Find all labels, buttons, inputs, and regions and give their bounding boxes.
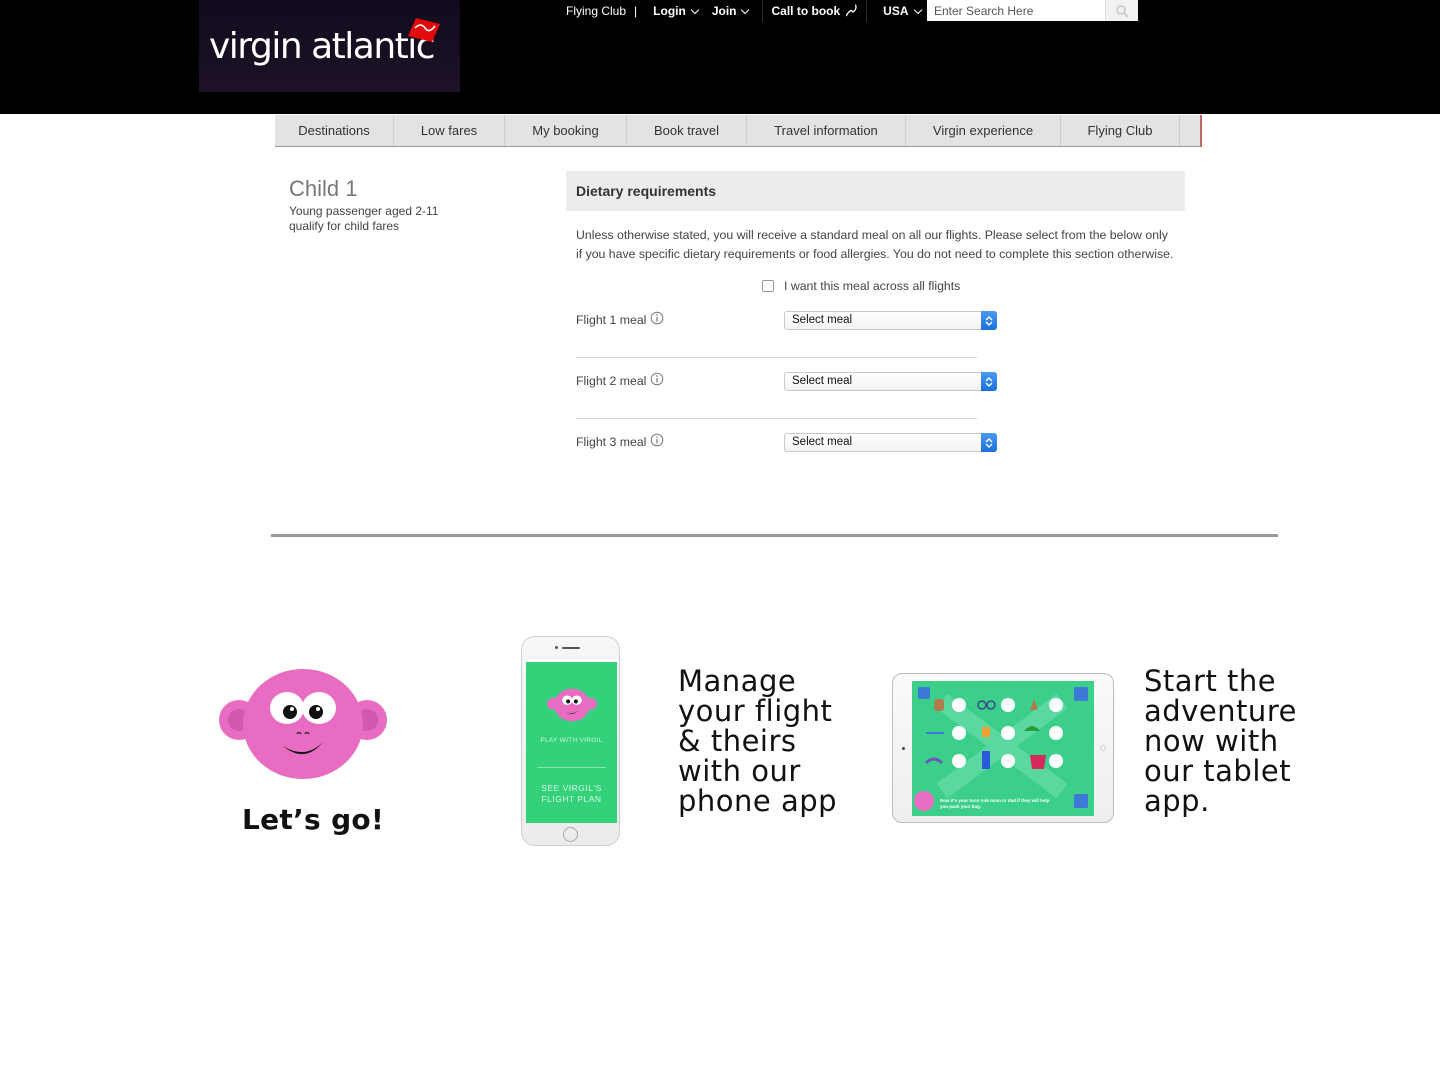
phone-camera (555, 646, 558, 649)
chevron-down-icon (741, 5, 750, 14)
info-icon[interactable] (650, 311, 664, 325)
flight-1-meal-label-group: Flight 1 meal (576, 311, 664, 327)
flight-2-meal-select[interactable]: Select meal (784, 372, 997, 391)
login-menu[interactable]: Login (645, 0, 712, 22)
call-to-book[interactable]: Call to book (763, 0, 868, 22)
all-flights-option[interactable]: I want this meal across all flights (762, 279, 960, 293)
site-header: virgin atlantic Flying Club | Login Join… (0, 0, 1440, 114)
row-divider (576, 357, 977, 358)
nav-item-book-travel[interactable]: Book travel (627, 115, 747, 146)
select-stepper-icon (981, 372, 997, 391)
flight-3-meal-label: Flight 3 meal (576, 435, 647, 449)
nav-item-virgin-experience[interactable]: Virgin experience (906, 115, 1061, 146)
phone-screen: PLAY WITH VIRGIL SEE VIRGIL'S FLIGHT PLA… (526, 657, 617, 823)
tablet-home-button (1100, 745, 1106, 751)
tablet-caption: Now it's your turn! Ask mom or dad if th… (940, 798, 1050, 809)
lets-go-heading: Let’s go! (242, 803, 385, 836)
main-navigation: Destinations Low fares My booking Book t… (275, 115, 1202, 147)
info-icon[interactable] (650, 372, 664, 386)
select-stepper-icon (981, 433, 997, 452)
country-selector[interactable]: USA (867, 0, 934, 22)
virgil-monkey-icon (547, 688, 597, 722)
virgil-monkey-icon (219, 669, 387, 779)
flight-3-meal-select[interactable]: Select meal (784, 433, 997, 452)
call-to-book-label[interactable]: Call to book (771, 4, 840, 18)
virgin-logo-badge-icon (408, 18, 440, 42)
play-with-virgil-label: PLAY WITH VIRGIL (540, 737, 603, 744)
top-utility-bar: Flying Club | Login Join Call to book US… (558, 0, 935, 22)
flight-2-meal-label: Flight 2 meal (576, 374, 647, 388)
tablet-game-grid (914, 687, 1088, 811)
flying-club-link[interactable]: Flying Club (566, 4, 626, 18)
row-divider (576, 418, 977, 419)
join-menu[interactable]: Join (712, 0, 764, 22)
logo-wordmark[interactable]: virgin atlantic (209, 26, 436, 67)
chevron-down-icon (690, 5, 700, 14)
all-flights-label[interactable]: I want this meal across all flights (784, 279, 960, 293)
flight-1-meal-label: Flight 1 meal (576, 313, 647, 327)
nav-item-destinations[interactable]: Destinations (275, 115, 394, 146)
nav-edge-accent (1200, 115, 1202, 147)
dietary-heading: Dietary requirements (566, 171, 1185, 211)
info-icon[interactable] (650, 433, 664, 447)
flight-3-meal-row: Flight 3 meal Select meal (576, 433, 997, 453)
flight-1-meal-row: Flight 1 meal Select meal (576, 311, 997, 331)
phone-home-button (563, 827, 578, 842)
flight-3-meal-label-group: Flight 3 meal (576, 433, 664, 449)
page: virgin atlantic Flying Club | Login Join… (0, 0, 1440, 1066)
all-flights-checkbox[interactable] (762, 280, 774, 292)
nav-item-flying-club[interactable]: Flying Club (1061, 115, 1180, 146)
nav-item-my-booking[interactable]: My booking (505, 115, 627, 146)
phone-app-text: Manage your flight & theirs with our pho… (678, 664, 838, 818)
phone-status-bar (526, 657, 617, 662)
flight-1-meal-value: Select meal (792, 314, 853, 326)
country-label[interactable]: USA (883, 4, 908, 18)
phone-screen-divider (537, 767, 606, 768)
tablet-camera (902, 747, 905, 750)
login-link[interactable]: Login (653, 4, 686, 18)
search-button[interactable] (1105, 0, 1138, 21)
passenger-title: Child 1 (289, 176, 358, 201)
passenger-description: Young passenger aged 2-11 qualify for ch… (289, 204, 439, 233)
phone-app-mockup[interactable]: PLAY WITH VIRGIL SEE VIRGIL'S FLIGHT PLA… (521, 636, 620, 846)
flight-2-meal-row: Flight 2 meal Select meal (576, 372, 997, 392)
select-stepper-icon (981, 311, 997, 330)
phone-speaker (562, 647, 580, 649)
chevron-down-icon (913, 5, 922, 14)
phone-icon (846, 4, 857, 17)
flight-3-meal-value: Select meal (792, 436, 853, 448)
section-divider (271, 534, 1278, 537)
nav-item-travel-information[interactable]: Travel information (747, 115, 906, 146)
flying-club-group: Flying Club | (558, 0, 645, 22)
tablet-screen: Now it's your turn! Ask mom or dad if th… (912, 681, 1094, 816)
search-icon (1116, 4, 1129, 18)
tablet-app-text: Start the adventure now with our tablet … (1144, 664, 1297, 818)
nav-item-low-fares[interactable]: Low fares (394, 115, 505, 146)
search-input[interactable] (927, 0, 1105, 21)
flight-plan-label: SEE VIRGIL'S FLIGHT PLAN (541, 783, 602, 804)
dietary-intro: Unless otherwise stated, you will receiv… (576, 228, 1174, 261)
tablet-app-mockup[interactable]: Now it's your turn! Ask mom or dad if th… (892, 673, 1114, 823)
flight-1-meal-select[interactable]: Select meal (784, 311, 997, 330)
flight-2-meal-value: Select meal (792, 375, 853, 387)
join-link[interactable]: Join (712, 4, 737, 18)
topbar-separator: | (634, 4, 638, 18)
flight-2-meal-label-group: Flight 2 meal (576, 372, 664, 388)
